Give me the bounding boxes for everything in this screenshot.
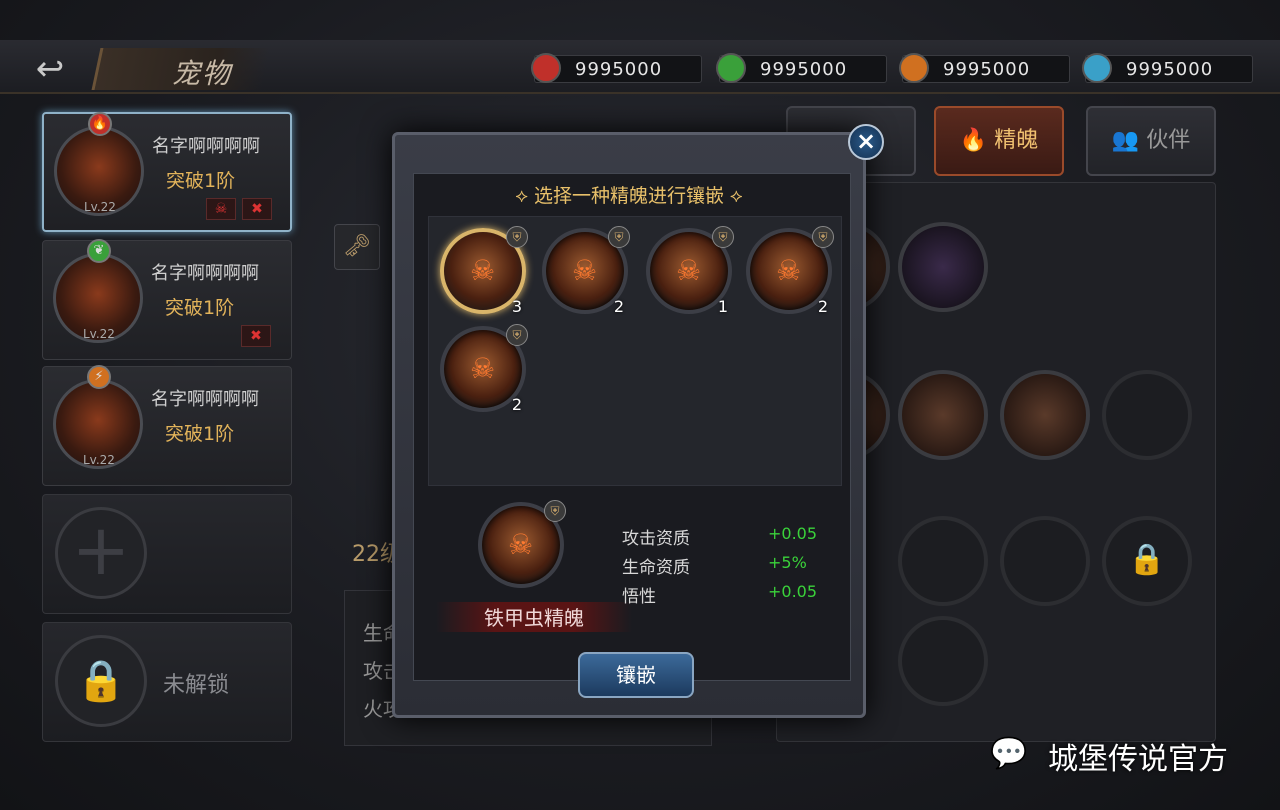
resource-counter-blue: 9995000 <box>1082 53 1253 83</box>
pet-card[interactable]: ⚡ Lv.22 名字啊啊啊啊 突破1阶 <box>42 365 292 486</box>
selected-soul-portrait: ☠ ⛨ <box>478 500 566 588</box>
stat-value: +0.05 <box>768 582 818 601</box>
pet-card[interactable]: 🔥 Lv.22 名字啊啊啊啊 突破1阶 ☠ ✖ <box>42 112 292 232</box>
gem-count: 3 <box>511 297 522 316</box>
watermark: 💬 城堡传说官方 <box>990 732 1250 777</box>
resource-counter-red: 9995000 <box>531 53 702 83</box>
gem-count: 1 <box>717 297 728 316</box>
tab-partner[interactable]: 👥 伙伴 <box>1086 106 1216 176</box>
soul-gem-item[interactable]: ☠ ⛨ 2 <box>440 324 528 414</box>
padlock-icon: 🔒 <box>55 635 147 727</box>
locked-label: 未解锁 <box>163 673 230 698</box>
people-icon: 👥 <box>1111 128 1140 153</box>
close-icon[interactable]: × <box>848 124 884 160</box>
pet-stage: 突破1阶 <box>166 170 236 192</box>
pet-stage: 突破1阶 <box>165 297 235 319</box>
soul-gem-item[interactable]: ☠ ⛨ 3 <box>440 226 528 316</box>
demon-face-icon: ☠ <box>470 254 496 287</box>
skull-tag-icon: ☠ <box>206 198 236 220</box>
selected-soul-name: 铁甲虫精魄 <box>436 602 632 632</box>
stat-label: 生命资质 <box>622 558 690 578</box>
shield-badge-icon: ⛨ <box>712 226 734 248</box>
resource-value: 9995000 <box>760 59 848 80</box>
back-arrow-icon[interactable]: ↩ <box>22 50 78 88</box>
empty-soul-slot <box>1000 516 1090 606</box>
shield-badge-icon: ⛨ <box>506 226 528 248</box>
dialog-title-text: 选择一种精魄进行镶嵌 <box>533 185 724 207</box>
cross-tag-icon: ✖ <box>242 198 272 220</box>
cross-tag-icon: ✖ <box>241 325 271 347</box>
pet-level: Lv.22 <box>83 327 115 341</box>
leaf-icon: ❦ <box>87 239 111 263</box>
shield-badge-icon: ⛨ <box>812 226 834 248</box>
soul-slot[interactable] <box>1000 370 1090 460</box>
stat-label: 攻击资质 <box>622 529 690 549</box>
red-gem-icon <box>531 53 561 83</box>
page-title: 宠物 <box>172 57 233 90</box>
padlock-icon: 🔒 <box>1102 516 1192 606</box>
soul-slot[interactable] <box>898 222 988 312</box>
locked-pet-slot: 🔒 未解锁 <box>42 622 292 742</box>
tab-soul-label: 精魄 <box>994 128 1039 153</box>
pet-name: 名字啊啊啊啊 <box>152 136 260 157</box>
resource-value: 9995000 <box>1126 59 1214 80</box>
lightning-gem-icon <box>899 53 929 83</box>
soul-gem-item[interactable]: ☠ ⛨ 2 <box>542 226 630 316</box>
key-icon[interactable]: 🗝 <box>334 224 380 270</box>
demon-face-icon: ☠ <box>776 254 802 287</box>
tab-partner-label: 伙伴 <box>1146 128 1191 153</box>
shield-badge-icon: ⛨ <box>506 324 528 346</box>
resource-counter-orange: 9995000 <box>899 53 1070 83</box>
empty-soul-slot <box>898 516 988 606</box>
demon-face-icon: ☠ <box>676 254 702 287</box>
flame-icon: 🔥 <box>959 128 988 153</box>
wechat-icon: 💬 <box>990 736 1028 771</box>
tab-soul[interactable]: 🔥 精魄 <box>934 106 1064 176</box>
gem-count: 2 <box>613 297 624 316</box>
inlay-button[interactable]: 镶嵌 <box>578 652 694 698</box>
pet-level: Lv.22 <box>84 200 116 214</box>
empty-soul-slot <box>898 616 988 706</box>
plus-icon: + <box>55 507 147 599</box>
demon-face-icon: ☠ <box>508 528 534 561</box>
pet-name: 名字啊啊啊啊 <box>151 389 259 410</box>
pet-level: Lv.22 <box>83 453 115 467</box>
lightning-icon: ⚡ <box>87 365 111 389</box>
ice-gem-icon <box>1082 53 1112 83</box>
soul-gem-item[interactable]: ☠ ⛨ 1 <box>646 226 734 316</box>
shield-badge-icon: ⛨ <box>608 226 630 248</box>
empty-soul-slot[interactable] <box>1102 370 1192 460</box>
watermark-text: 城堡传说官方 <box>1048 742 1228 777</box>
pet-card[interactable]: ❦ Lv.22 名字啊啊啊啊 突破1阶 ✖ <box>42 239 292 360</box>
soul-gem-item[interactable]: ☠ ⛨ 2 <box>746 226 834 316</box>
green-gem-icon <box>716 53 746 83</box>
gem-count: 2 <box>511 395 522 414</box>
dialog-title: ⟡ 选择一种精魄进行镶嵌 ⟡ <box>515 185 743 207</box>
gem-count: 2 <box>817 297 828 316</box>
stat-value: +5% <box>768 553 807 572</box>
shield-badge-icon: ⛨ <box>544 500 566 522</box>
stat-label: 悟性 <box>622 587 656 607</box>
fire-icon: 🔥 <box>88 112 112 136</box>
pet-name: 名字啊啊啊啊 <box>151 263 259 284</box>
resource-value: 9995000 <box>943 59 1031 80</box>
resource-value: 9995000 <box>575 59 663 80</box>
demon-face-icon: ☠ <box>572 254 598 287</box>
soul-slot[interactable] <box>898 370 988 460</box>
stat-value: +0.05 <box>768 524 818 543</box>
resource-counter-green: 9995000 <box>716 53 887 83</box>
demon-face-icon: ☠ <box>470 352 496 385</box>
pet-stage: 突破1阶 <box>165 423 235 445</box>
add-pet-slot[interactable]: + <box>42 494 292 614</box>
